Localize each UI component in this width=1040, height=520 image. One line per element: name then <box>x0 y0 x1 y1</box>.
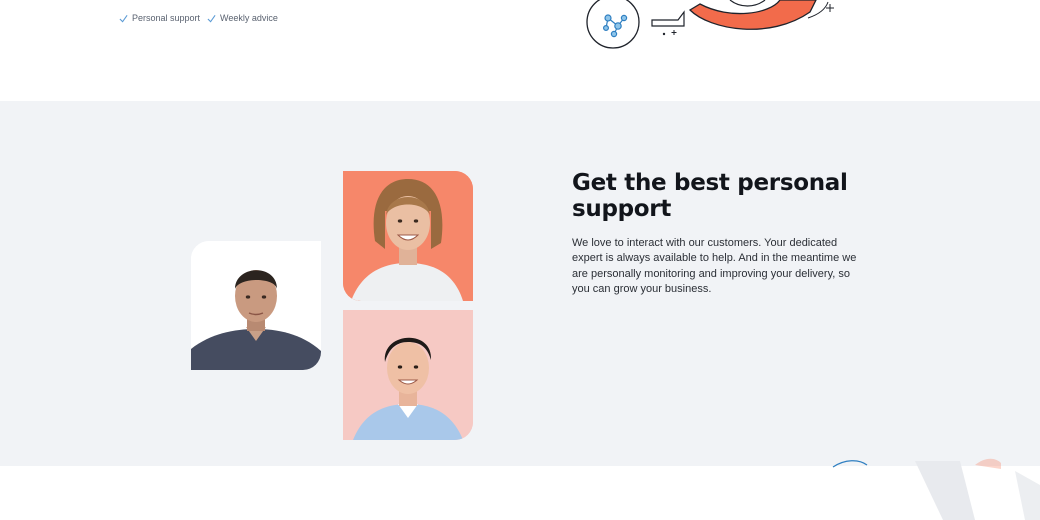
feature-label: Weekly advice <box>220 13 278 23</box>
top-section: Personal support Weekly advice <box>0 0 1040 101</box>
support-section: Get the best personal support We love to… <box>0 101 1040 466</box>
expert-photo-2 <box>343 171 473 301</box>
avatar <box>343 310 473 440</box>
check-icon <box>119 14 128 22</box>
expert-photo-3 <box>343 310 473 440</box>
section-title: Get the best personal support <box>572 170 848 222</box>
avatar <box>191 241 321 370</box>
expert-photo-1 <box>191 241 321 370</box>
support-illustration <box>586 0 834 49</box>
avatar <box>343 171 473 301</box>
feature-label: Personal support <box>132 13 201 23</box>
feature-item: Weekly advice <box>207 13 278 23</box>
section-description: We love to interact with our customers. … <box>572 237 857 295</box>
feature-item: Personal support <box>119 13 200 23</box>
network-nodes-icon <box>603 14 628 38</box>
feature-list: Personal support Weekly advice <box>119 13 278 23</box>
decorative-shapes <box>832 458 1040 520</box>
check-icon <box>207 14 216 22</box>
